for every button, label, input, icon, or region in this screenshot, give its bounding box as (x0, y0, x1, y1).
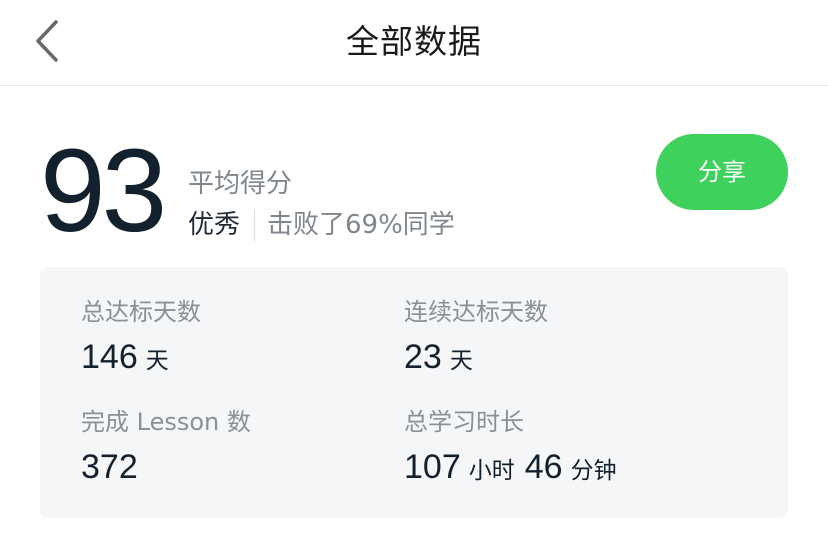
stat-unit: 天 (449, 348, 473, 374)
stat-number: 146 (81, 338, 138, 376)
rating-row: 优秀 击败了69%同学 (188, 207, 455, 243)
stat-label: 总学习时长 (404, 408, 524, 436)
stat-total-days: 总达标天数 146 天 (81, 297, 201, 377)
stat-value: 372 (81, 447, 251, 487)
all-data-page: 全部数据 93 平均得分 优秀 击败了69%同学 分享 总达标天数 146 天 … (0, 0, 828, 542)
stat-value: 107 小时 46 分钟 (404, 447, 627, 487)
stat-hours-number: 107 (404, 448, 461, 486)
stat-label: 完成 Lesson 数 (81, 408, 251, 436)
rating-divider (254, 209, 256, 241)
stat-number: 372 (81, 448, 138, 486)
average-score-value: 93 (40, 125, 167, 257)
nav-header: 全部数据 (0, 0, 828, 86)
average-score-label: 平均得分 (188, 169, 293, 199)
stat-streak-days: 连续达标天数 23 天 (404, 297, 548, 377)
stat-study-time: 总学习时长 107 小时 46 分钟 (404, 407, 627, 487)
stat-minutes-unit: 分钟 (570, 458, 617, 484)
stat-unit: 天 (145, 348, 169, 374)
stat-value: 23 天 (404, 337, 548, 377)
rating-badge: 优秀 (188, 210, 241, 240)
stat-label: 总达标天数 (81, 298, 201, 326)
share-button[interactable]: 分享 (656, 134, 788, 210)
stat-lessons: 完成 Lesson 数 372 (81, 407, 251, 487)
stat-hours-unit: 小时 (468, 458, 515, 484)
stat-label: 连续达标天数 (404, 298, 548, 326)
stat-value: 146 天 (81, 337, 201, 377)
stat-minutes-number: 46 (524, 448, 563, 486)
stats-card: 总达标天数 146 天 连续达标天数 23 天 完成 Lesson 数 372 … (40, 267, 788, 518)
stat-number: 23 (404, 338, 442, 376)
page-title: 全部数据 (346, 22, 482, 61)
beat-percentage-text: 击败了69%同学 (267, 210, 455, 240)
